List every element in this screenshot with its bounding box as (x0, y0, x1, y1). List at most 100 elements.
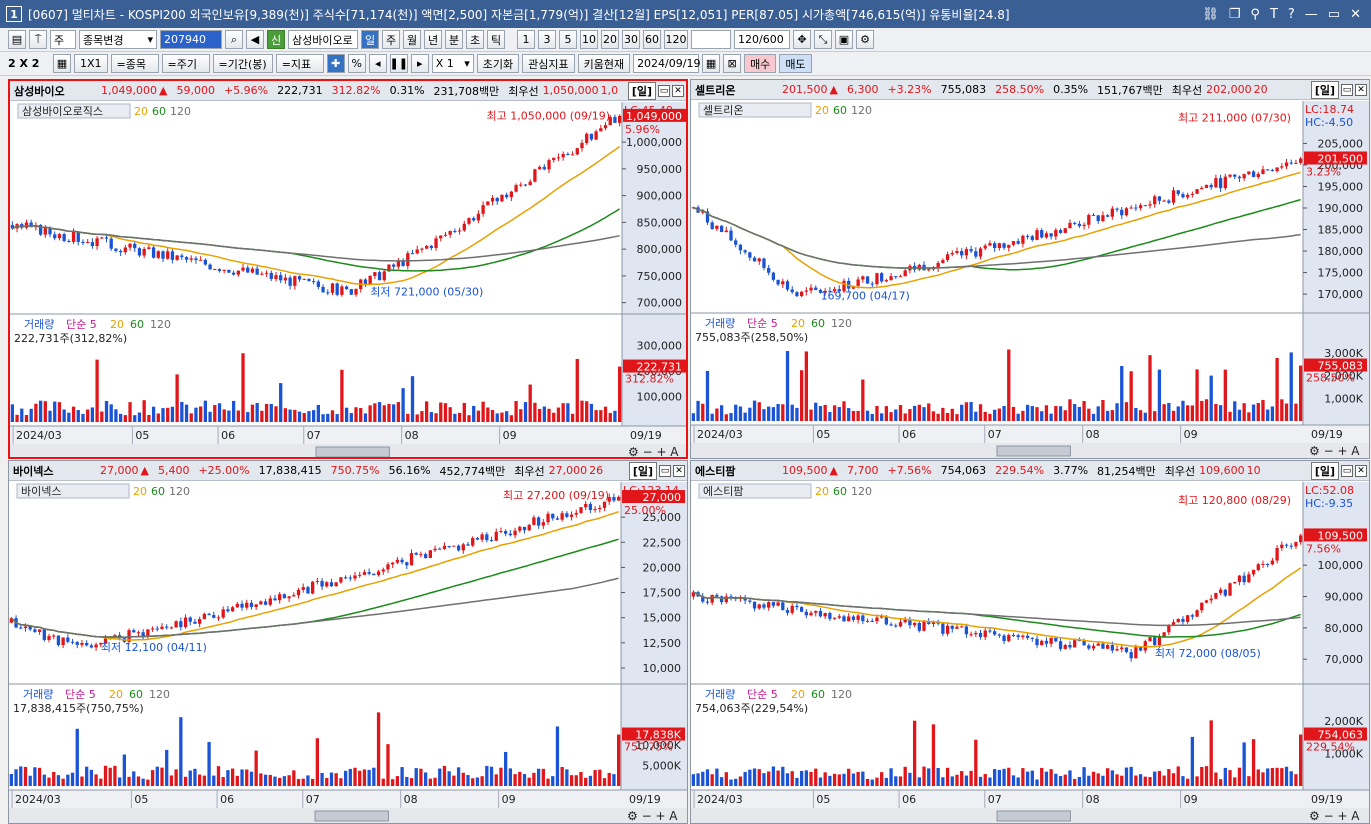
interval-120[interactable]: 120 (664, 30, 688, 49)
pause-icon[interactable]: ❚❚ (390, 54, 408, 73)
period-month[interactable]: 월 (403, 30, 421, 49)
sell-button[interactable]: 매도 (779, 54, 812, 73)
same-period-button[interactable]: =주기 (161, 54, 210, 73)
chart-area[interactable]: 25,000 22,500 20,000 17,500 15,000 12,500 10,0… (9, 482, 687, 823)
period-tick[interactable]: 틱 (487, 30, 505, 49)
stock-name-field[interactable]: 삼성바이오로 (288, 30, 358, 49)
text-icon[interactable]: T (1270, 7, 1278, 22)
sub-select[interactable]: 주 (50, 30, 76, 49)
reset-button[interactable]: 초기화 (476, 54, 520, 73)
settings-icon[interactable]: ⚙ (856, 30, 874, 49)
same-stock-button[interactable]: =종목 (110, 54, 159, 73)
candle-body (856, 615, 860, 620)
chart-panel-p2[interactable]: 셀트리온 201,500 ▲ 6,300 +3.23% 755,083 258.… (690, 79, 1370, 459)
period-year[interactable]: 년 (424, 30, 442, 49)
close-icon[interactable]: ✕ (1355, 83, 1367, 96)
search-icon[interactable]: ⌕ (225, 30, 243, 49)
interval-10[interactable]: 10 (580, 30, 598, 49)
chart-area[interactable]: 205,000 200,000 195,000 190,000 185,000 180,0… (691, 101, 1369, 458)
close-icon[interactable]: ✕ (672, 84, 684, 97)
stock-name[interactable]: 삼성바이오 (10, 83, 92, 99)
chart-panel-p3[interactable]: 바이넥스 27,000 ▲ 5,400 +25.00% 17,838,415 7… (8, 460, 688, 824)
period-week[interactable]: 주 (382, 30, 400, 49)
period-badge[interactable]: [일] (627, 81, 656, 100)
same-range-button[interactable]: =기간(봉) (212, 54, 273, 73)
volume-bar (241, 353, 245, 422)
unlink-icon[interactable]: ⛓ (1202, 7, 1219, 22)
volume-bar (785, 351, 790, 421)
chart-area[interactable]: 100,000 90,000 80,000 70,000 에스티팜 20 60 120 LC:5… (691, 482, 1369, 823)
fav-index-button[interactable]: 관심지표 (522, 54, 575, 73)
calendar-icon[interactable]: ▦ (702, 54, 721, 73)
period-badge[interactable]: [일] (1310, 461, 1339, 480)
interval-20[interactable]: 20 (601, 30, 619, 49)
candle-body (748, 600, 752, 602)
new-stock-button[interactable]: 신 (267, 30, 285, 49)
count-field[interactable]: 120/600 (734, 30, 790, 49)
cursor-tool-icon[interactable]: ✥ (793, 30, 811, 49)
interval-60[interactable]: 60 (643, 30, 661, 49)
period-minute[interactable]: 분 (445, 30, 463, 49)
maximize-icon[interactable]: ▭ (1341, 83, 1353, 96)
draw-tool-icon[interactable]: ⤡ (814, 30, 832, 49)
copy-icon[interactable]: ❐ (1229, 7, 1241, 22)
maximize-icon[interactable]: ▭ (658, 84, 670, 97)
period-badge[interactable]: [일] (1310, 80, 1339, 99)
pin-icon[interactable]: ⚲ (1250, 7, 1260, 22)
minimize-icon[interactable]: — (1305, 7, 1318, 22)
candlestick-chart[interactable]: 25,00022,50020,00017,50015,00012,50010,0… (9, 482, 687, 824)
percent-button[interactable]: % (347, 54, 366, 73)
volume-bar (785, 773, 790, 786)
crosshair-button[interactable]: ✚ (326, 54, 345, 73)
stock-name[interactable]: 셀트리온 (691, 82, 773, 98)
volume-bar (992, 769, 997, 786)
stock-code-input[interactable]: 207940 (160, 30, 222, 49)
close-icon[interactable]: ✕ (1350, 7, 1361, 22)
date-input[interactable]: 2024/09/19 (633, 54, 700, 73)
chart-panel-p1[interactable]: 삼성바이오 1,049,000 ▲ 59,000 +5.96% 222,731 … (8, 79, 688, 459)
candlestick-chart[interactable]: 100,000 90,000 80,000 70,000 에스티팜 20 60 120 LC:5… (691, 482, 1369, 824)
close-icon[interactable]: ✕ (1355, 464, 1367, 477)
restore-icon[interactable]: ▭ (1328, 7, 1340, 22)
maximize-icon[interactable]: ▭ (1341, 464, 1353, 477)
period-day[interactable]: 일 (361, 30, 379, 49)
lock-icon[interactable]: ⊠ (723, 54, 742, 73)
grid-icon[interactable]: ▦ (53, 54, 71, 73)
mode-select[interactable]: 종목변경 ▾ (79, 30, 157, 49)
interval-custom-input[interactable] (691, 30, 731, 49)
buy-button[interactable]: 매수 (744, 54, 777, 73)
prev-icon[interactable]: ◂ (368, 54, 387, 73)
interval-5[interactable]: 5 (559, 30, 577, 49)
save-icon[interactable]: ▣ (835, 30, 853, 49)
chart-panel-p4[interactable]: 에스티팜 109,500 ▲ 7,700 +7.56% 754,063 229.… (690, 460, 1370, 824)
candle-body (842, 616, 846, 622)
interval-3[interactable]: 3 (538, 30, 556, 49)
volume-bar (335, 414, 339, 422)
candle-body (1054, 637, 1058, 642)
stock-name[interactable]: 에스티팜 (691, 463, 773, 479)
maximize-icon[interactable]: ▭ (659, 464, 671, 477)
volume-bar (1256, 769, 1260, 786)
help-icon[interactable]: ? (1288, 7, 1295, 22)
period-badge[interactable]: [일] (628, 461, 657, 480)
stock-name[interactable]: 바이넥스 (9, 463, 91, 479)
one-by-one-button[interactable]: 1X1 (74, 54, 108, 73)
pin-toggle-icon[interactable]: ⍑ (29, 30, 47, 49)
layout-icon[interactable]: ▤ (8, 30, 26, 49)
interval-30[interactable]: 30 (622, 30, 640, 49)
close-icon[interactable]: ✕ (673, 464, 685, 477)
kiwoom-current-button[interactable]: 키움현재 (577, 54, 631, 73)
candlestick-chart[interactable]: 1,000,000 950,000 900,000 850,000 800,000 750… (10, 102, 688, 459)
speaker-icon[interactable]: ◀ (246, 30, 264, 49)
interval-1[interactable]: 1 (517, 30, 535, 49)
volume-bar (1294, 403, 1298, 421)
volume-bar (978, 776, 983, 786)
candlestick-chart[interactable]: 205,000200,000195,000190,000185,000180,0… (691, 101, 1369, 459)
period-second[interactable]: 초 (466, 30, 484, 49)
candle-body (509, 191, 514, 198)
same-index-button[interactable]: =지표 (275, 54, 324, 73)
volume-bar (165, 749, 169, 786)
multiplier-select[interactable]: X 1 ▾ (431, 54, 474, 73)
next-icon[interactable]: ▸ (410, 54, 429, 73)
chart-area[interactable]: 1,000,000 950,000 900,000 850,000 800,000 750… (10, 102, 686, 457)
